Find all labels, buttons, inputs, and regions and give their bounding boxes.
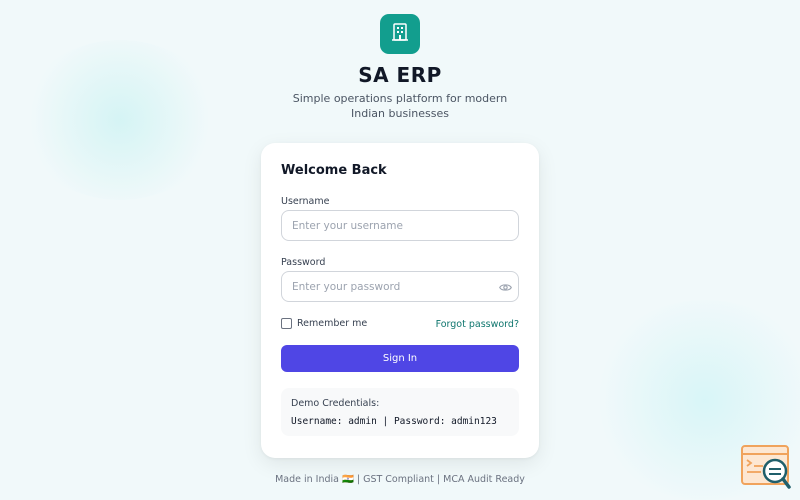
demo-credentials-text: Username: admin | Password: admin123 [291,416,497,427]
building-icon [391,22,409,46]
demo-credentials-title: Demo Credentials: [291,398,380,409]
username-input[interactable] [281,210,519,241]
remember-me-row[interactable]: Remember me [281,318,367,329]
login-card: Welcome Back Username Password Remember … [261,143,539,458]
username-label: Username [281,196,330,207]
app-subtitle: Simple operations platform for modern In… [292,92,508,120]
demo-credentials-box: Demo Credentials: Username: admin | Pass… [281,388,519,436]
forgot-password-link[interactable]: Forgot password? [436,319,519,330]
app-logo [380,14,420,54]
code-search-icon[interactable] [741,445,791,490]
login-heading: Welcome Back [281,163,387,178]
sign-in-button[interactable]: Sign In [281,345,519,372]
footer-text: Made in India 🇮🇳 | GST Compliant | MCA A… [275,474,525,485]
app-title: SA ERP [358,63,442,87]
password-label: Password [281,257,326,268]
remember-me-label: Remember me [297,318,368,329]
password-input[interactable] [281,271,519,302]
remember-me-checkbox[interactable] [281,318,292,329]
eye-icon[interactable] [498,280,512,294]
